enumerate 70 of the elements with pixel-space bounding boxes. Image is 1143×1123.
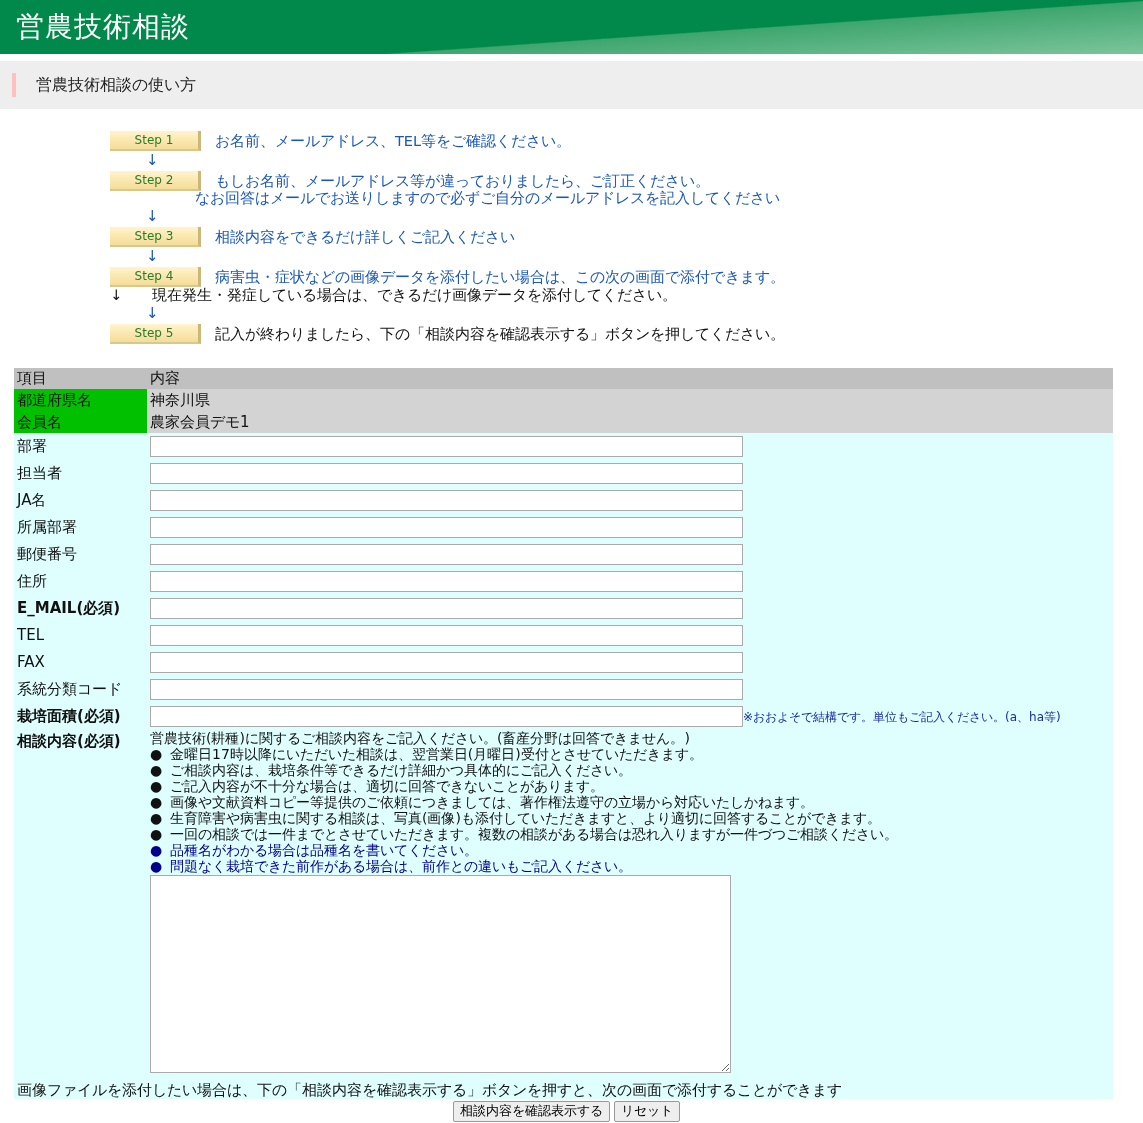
- down-arrow: ↓: [146, 207, 159, 225]
- section-title: 営農技術相談の使い方: [36, 74, 196, 96]
- step-instruction: なお回答はメールでお送りしますので必ずご自分のメールアドレスを記入してください: [195, 190, 780, 207]
- instruction-text: 営農技術(耕種)に関するご相談内容をご記入ください。(畜産分野は回答できません。): [150, 730, 691, 746]
- bullet-icon: ●: [150, 762, 170, 778]
- text-input[interactable]: [150, 679, 743, 700]
- field-label: 相談内容(必須): [16, 731, 122, 752]
- text-input[interactable]: [150, 625, 743, 646]
- bullet-icon: ●: [150, 810, 170, 826]
- page-title: 営農技術相談: [16, 9, 190, 45]
- text-input[interactable]: [150, 598, 743, 619]
- field-label: 系統分類コード: [16, 679, 123, 700]
- form-button[interactable]: 相談内容を確認表示する: [453, 1101, 610, 1122]
- instruction-text: 金曜日17時以降にいただいた相談は、翌営業日(月曜日)受付とさせていただきます。: [170, 746, 703, 762]
- column-header: 内容: [149, 368, 181, 389]
- field-value: 農家会員デモ1: [147, 411, 1113, 433]
- text-input[interactable]: [150, 571, 743, 592]
- step-badge: Step 4: [110, 267, 201, 287]
- bullet-icon: ●: [150, 826, 170, 842]
- text-input[interactable]: [150, 652, 743, 673]
- step-badge: Step 2: [110, 171, 201, 191]
- step-instruction: 記入が終わりましたら、下の「相談内容を確認表示する」ボタンを押してください。: [215, 326, 785, 343]
- bullet-icon: ●: [150, 842, 170, 858]
- bullet-icon: ●: [150, 746, 170, 762]
- instruction-text: 問題なく栽培できた前作がある場合は、前作との違いもご記入ください。: [170, 858, 632, 874]
- field-hint: ※おおよそで結構です。単位もご記入ください。(a、ha等): [743, 708, 1061, 726]
- text-input[interactable]: [150, 544, 743, 565]
- down-arrow: ↓: [146, 304, 159, 322]
- bullet-icon: ●: [150, 858, 170, 874]
- text-input[interactable]: [150, 463, 743, 484]
- section-marker: [12, 73, 16, 97]
- down-arrow: ↓: [146, 247, 159, 265]
- bullet-icon: ●: [150, 778, 170, 794]
- field-label: 都道府県名: [14, 389, 147, 411]
- text-input[interactable]: [150, 517, 743, 538]
- instruction-text: 一回の相談では一件までとさせていただきます。複数の相談がある場合は恐れ入りますが一件づつご相談ください。: [170, 826, 898, 842]
- field-label: 郵便番号: [16, 544, 78, 565]
- field-label: 栽培面積(必須): [16, 706, 122, 727]
- field-label: 住所: [16, 571, 48, 592]
- instruction-text: 生育障害や病害虫に関する相談は、写真(画像)も添付していただきますと、より適切に回答することができます。: [170, 810, 881, 826]
- step-instruction: 相談内容をできるだけ詳しくご記入ください: [215, 229, 515, 246]
- field-label: 会員名: [14, 411, 147, 433]
- down-arrow: ↓: [110, 287, 124, 304]
- field-label: 担当者: [16, 463, 63, 484]
- bullet-icon: ●: [150, 794, 170, 810]
- step-instruction: お名前、メールアドレス、TEL等をご確認ください。: [215, 133, 572, 150]
- step-badge: Step 1: [110, 131, 201, 151]
- field-value: 神奈川県: [147, 389, 1113, 411]
- column-header: 項目: [16, 368, 48, 389]
- step-badge: Step 3: [110, 227, 201, 247]
- instruction-text: 画像や文献資料コピー等提供のご依頼につきましては、著作権法遵守の立場から対応いたしかねます。: [170, 794, 814, 810]
- footer-note: 画像ファイルを添付したい場合は、下の「相談内容を確認表示する」ボタンを押すと、次の画面で添付することができます: [17, 1081, 842, 1099]
- field-label: E_MAIL(必須): [16, 598, 122, 619]
- text-input[interactable]: [150, 490, 743, 511]
- step-badge: Step 5: [110, 324, 201, 344]
- instruction-text: 品種名がわかる場合は品種名を書いてください。: [170, 842, 478, 858]
- field-label: TEL: [16, 625, 45, 646]
- field-label: 部署: [16, 436, 48, 457]
- instruction-text: ご相談内容は、栽培条件等できるだけ詳細かつ具体的にご記入ください。: [170, 762, 632, 778]
- step-instruction: もしお名前、メールアドレス等が違っておりましたら、ご訂正ください。: [215, 173, 711, 190]
- field-label: 所属部署: [16, 517, 78, 538]
- step-instruction: 病害虫・症状などの画像データを添付したい場合は、この次の画面で添付できます。: [215, 269, 785, 286]
- down-arrow: ↓: [146, 151, 159, 169]
- text-input[interactable]: [150, 436, 743, 457]
- form-button[interactable]: リセット: [614, 1101, 680, 1122]
- field-label: JA名: [15, 490, 48, 511]
- field-label: FAX: [16, 652, 46, 673]
- text-input[interactable]: [150, 706, 743, 727]
- step-note: 現在発生・発症している場合は、できるだけ画像データを添付してください。: [152, 287, 677, 304]
- instruction-text: ご記入内容が不十分な場合は、適切に回答できないことがあります。: [170, 778, 604, 794]
